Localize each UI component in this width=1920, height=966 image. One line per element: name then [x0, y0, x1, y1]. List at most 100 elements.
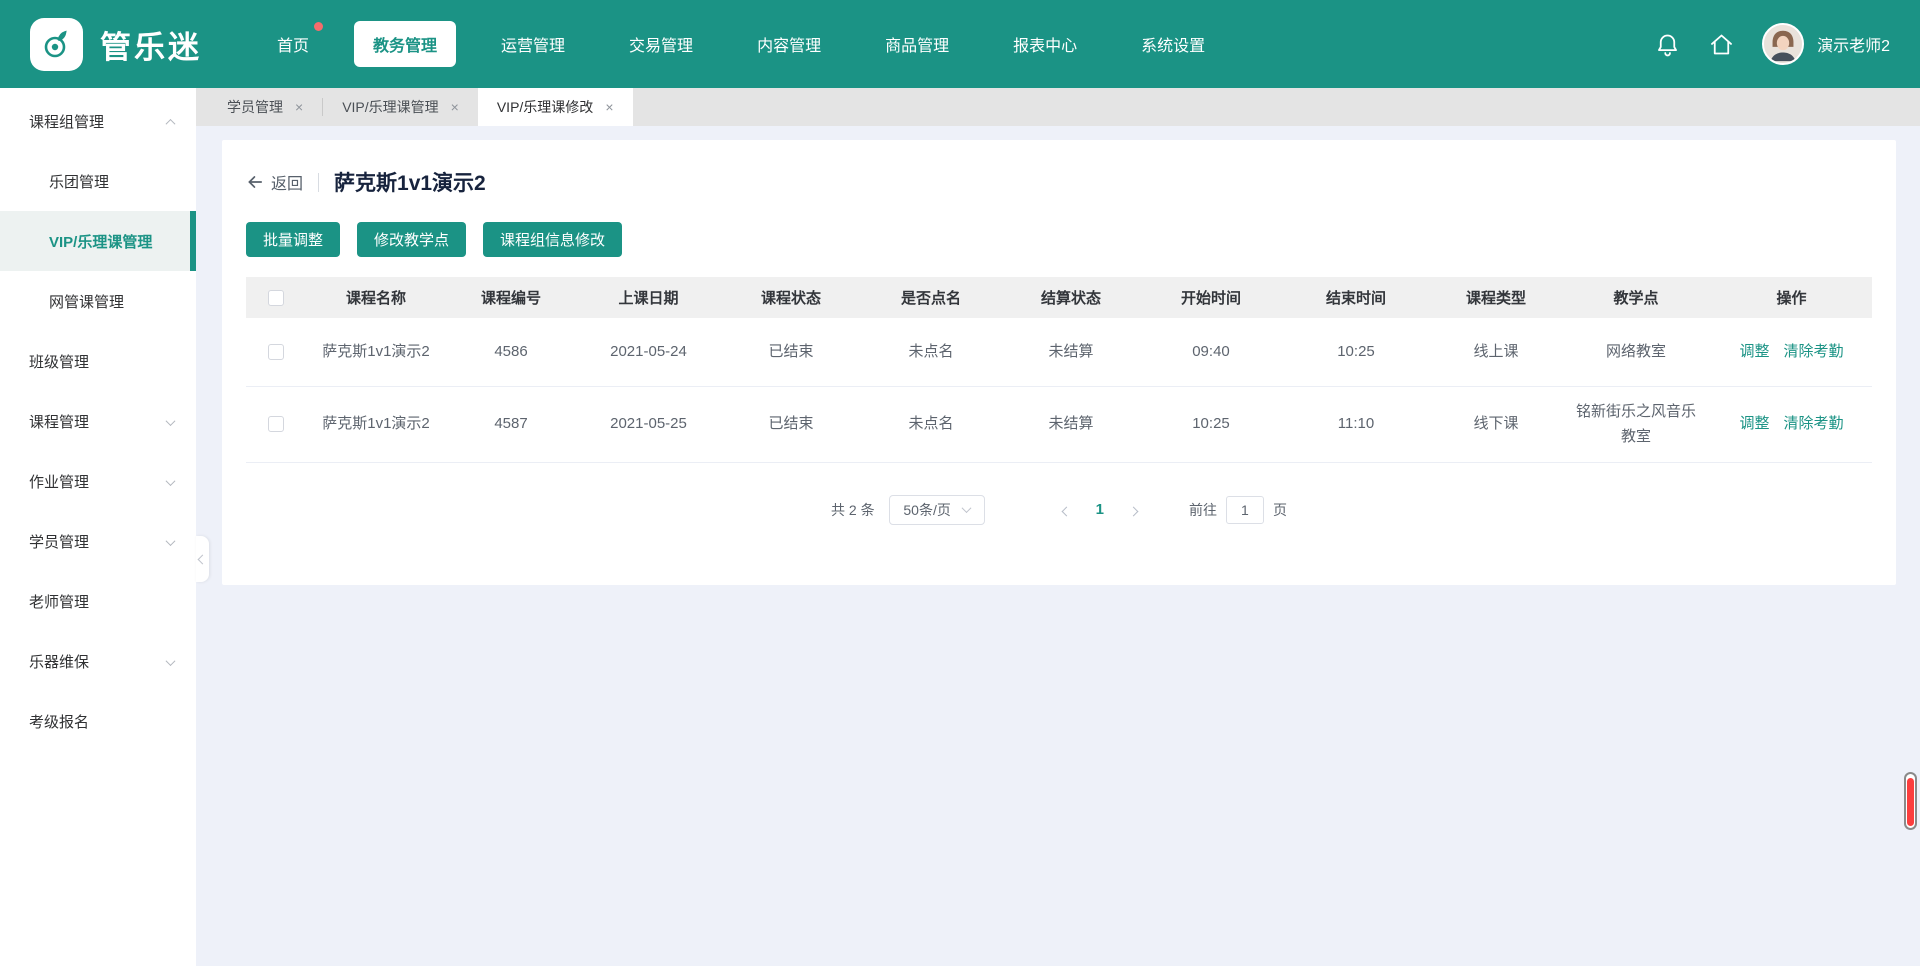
nav-item-goods[interactable]: 商品管理 — [866, 21, 968, 67]
edit-course-group-info-button[interactable]: 课程组信息修改 — [483, 222, 622, 257]
clear-attendance-link[interactable]: 清除考勤 — [1784, 343, 1844, 360]
cell-date: 2021-05-24 — [576, 318, 721, 386]
row-checkbox[interactable] — [268, 416, 284, 432]
goto-unit-label: 页 — [1273, 500, 1287, 520]
chevron-down-icon — [167, 413, 174, 430]
col-actions: 操作 — [1711, 277, 1872, 318]
sidebar-item-online-course[interactable]: 网管课管理 — [0, 271, 196, 331]
col-start-time: 开始时间 — [1141, 277, 1281, 318]
cell-course-name: 萨克斯1v1演示2 — [306, 386, 446, 462]
app-window: 管乐迷 首页 教务管理 运营管理 交易管理 内容管理 商品管理 报表中心 系统设… — [0, 0, 1920, 966]
close-icon[interactable] — [295, 100, 303, 114]
col-course-type: 课程类型 — [1431, 277, 1561, 318]
cell-start-time: 09:40 — [1141, 318, 1281, 386]
col-end-time: 结束时间 — [1281, 277, 1431, 318]
nav-item-academic[interactable]: 教务管理 — [354, 21, 456, 67]
brand: 管乐迷 — [30, 18, 202, 71]
notification-dot-icon — [314, 22, 323, 31]
cell-course-code: 4586 — [446, 318, 576, 386]
row-checkbox[interactable] — [268, 344, 284, 360]
sidebar: 课程组管理 乐团管理 VIP/乐理课管理 网管课管理 班级管理 课程管理 作业管… — [0, 88, 196, 966]
chevron-down-icon — [167, 653, 174, 670]
col-date: 上课日期 — [576, 277, 721, 318]
chevron-down-icon — [167, 473, 174, 490]
main-menu: 首页 教务管理 运营管理 交易管理 内容管理 商品管理 报表中心 系统设置 — [258, 21, 1224, 67]
sidebar-collapse-handle[interactable] — [196, 536, 209, 582]
cell-date: 2021-05-25 — [576, 386, 721, 462]
nav-item-content[interactable]: 内容管理 — [738, 21, 840, 67]
scrollbar-thumb[interactable] — [1907, 778, 1914, 826]
sidebar-item-exam-signup[interactable]: 考级报名 — [0, 691, 196, 751]
col-venue: 教学点 — [1561, 277, 1711, 318]
bell-icon[interactable] — [1654, 31, 1681, 58]
page-title: 萨克斯1v1演示2 — [334, 167, 486, 197]
sidebar-item-class[interactable]: 班级管理 — [0, 331, 196, 391]
select-all-checkbox[interactable] — [268, 290, 284, 306]
sidebar-item-vip-course[interactable]: VIP/乐理课管理 — [0, 211, 196, 271]
tab-bar: 学员管理 VIP/乐理课管理 VIP/乐理课修改 — [196, 88, 1920, 126]
cell-status: 已结束 — [721, 386, 861, 462]
sidebar-item-instrument-maintenance[interactable]: 乐器维保 — [0, 631, 196, 691]
cell-course-name: 萨克斯1v1演示2 — [306, 318, 446, 386]
goto-label: 前往 — [1189, 500, 1217, 520]
cell-rollcall: 未点名 — [861, 318, 1001, 386]
col-settlement: 结算状态 — [1001, 277, 1141, 318]
table-header-row: 课程名称 课程编号 上课日期 课程状态 是否点名 结算状态 开始时间 结束时间 … — [246, 277, 1872, 318]
brand-name: 管乐迷 — [100, 22, 202, 67]
nav-item-reports[interactable]: 报表中心 — [994, 21, 1096, 67]
chevron-up-icon — [167, 113, 174, 130]
col-status: 课程状态 — [721, 277, 861, 318]
current-page[interactable]: 1 — [1096, 501, 1104, 518]
content-area: 返回 萨克斯1v1演示2 批量调整 修改教学点 课程组信息修改 — [196, 126, 1920, 966]
cell-start-time: 10:25 — [1141, 386, 1281, 462]
prev-page-button[interactable] — [1063, 502, 1070, 518]
col-rollcall: 是否点名 — [861, 277, 1001, 318]
sidebar-item-course[interactable]: 课程管理 — [0, 391, 196, 451]
nav-item-settings[interactable]: 系统设置 — [1122, 21, 1224, 67]
modify-venue-button[interactable]: 修改教学点 — [357, 222, 466, 257]
nav-item-home[interactable]: 首页 — [258, 21, 328, 67]
tab-students[interactable]: 学员管理 — [208, 88, 322, 126]
scrollbar-track[interactable] — [1904, 772, 1917, 830]
home-icon[interactable] — [1708, 31, 1735, 58]
chevron-down-icon — [961, 503, 971, 513]
table-row: 萨克斯1v1演示2 4587 2021-05-25 已结束 未点名 未结算 10… — [246, 386, 1872, 462]
batch-adjust-button[interactable]: 批量调整 — [246, 222, 340, 257]
close-icon[interactable] — [605, 100, 613, 114]
tab-vip-course-edit[interactable]: VIP/乐理课修改 — [478, 88, 633, 126]
close-icon[interactable] — [451, 100, 459, 114]
sidebar-item-teachers[interactable]: 老师管理 — [0, 571, 196, 631]
brand-logo-icon — [30, 18, 83, 71]
nav-item-operations[interactable]: 运营管理 — [482, 21, 584, 67]
pagination-total: 共 2 条 — [831, 500, 875, 520]
user-name[interactable]: 演示老师2 — [1817, 32, 1890, 56]
goto-page-input[interactable] — [1226, 496, 1264, 524]
cell-rollcall: 未点名 — [861, 386, 1001, 462]
cell-course-type: 线下课 — [1431, 386, 1561, 462]
cell-venue: 铭新街乐之风音乐教室 — [1561, 386, 1711, 462]
sidebar-item-students[interactable]: 学员管理 — [0, 511, 196, 571]
cell-end-time: 10:25 — [1281, 318, 1431, 386]
table-row: 萨克斯1v1演示2 4586 2021-05-24 已结束 未点名 未结算 09… — [246, 318, 1872, 386]
next-page-button[interactable] — [1130, 502, 1137, 518]
pagination: 共 2 条 50条/页 1 前往 页 — [246, 495, 1872, 525]
cell-venue: 网络教室 — [1561, 318, 1711, 386]
page-size-select[interactable]: 50条/页 — [889, 495, 985, 525]
sidebar-item-course-group[interactable]: 课程组管理 — [0, 91, 196, 151]
adjust-link[interactable]: 调整 — [1739, 415, 1769, 432]
cell-settlement: 未结算 — [1001, 318, 1141, 386]
content-card: 返回 萨克斯1v1演示2 批量调整 修改教学点 课程组信息修改 — [222, 140, 1896, 585]
cell-settlement: 未结算 — [1001, 386, 1141, 462]
sidebar-item-orchestra[interactable]: 乐团管理 — [0, 151, 196, 211]
clear-attendance-link[interactable]: 清除考勤 — [1784, 415, 1844, 432]
cell-status: 已结束 — [721, 318, 861, 386]
sidebar-item-homework[interactable]: 作业管理 — [0, 451, 196, 511]
nav-item-trade[interactable]: 交易管理 — [610, 21, 712, 67]
user-avatar[interactable] — [1762, 23, 1804, 65]
col-course-name: 课程名称 — [306, 277, 446, 318]
cell-course-code: 4587 — [446, 386, 576, 462]
tab-vip-course[interactable]: VIP/乐理课管理 — [323, 88, 478, 126]
arrow-left-icon — [246, 173, 264, 191]
adjust-link[interactable]: 调整 — [1739, 343, 1769, 360]
back-button[interactable]: 返回 — [246, 170, 303, 194]
